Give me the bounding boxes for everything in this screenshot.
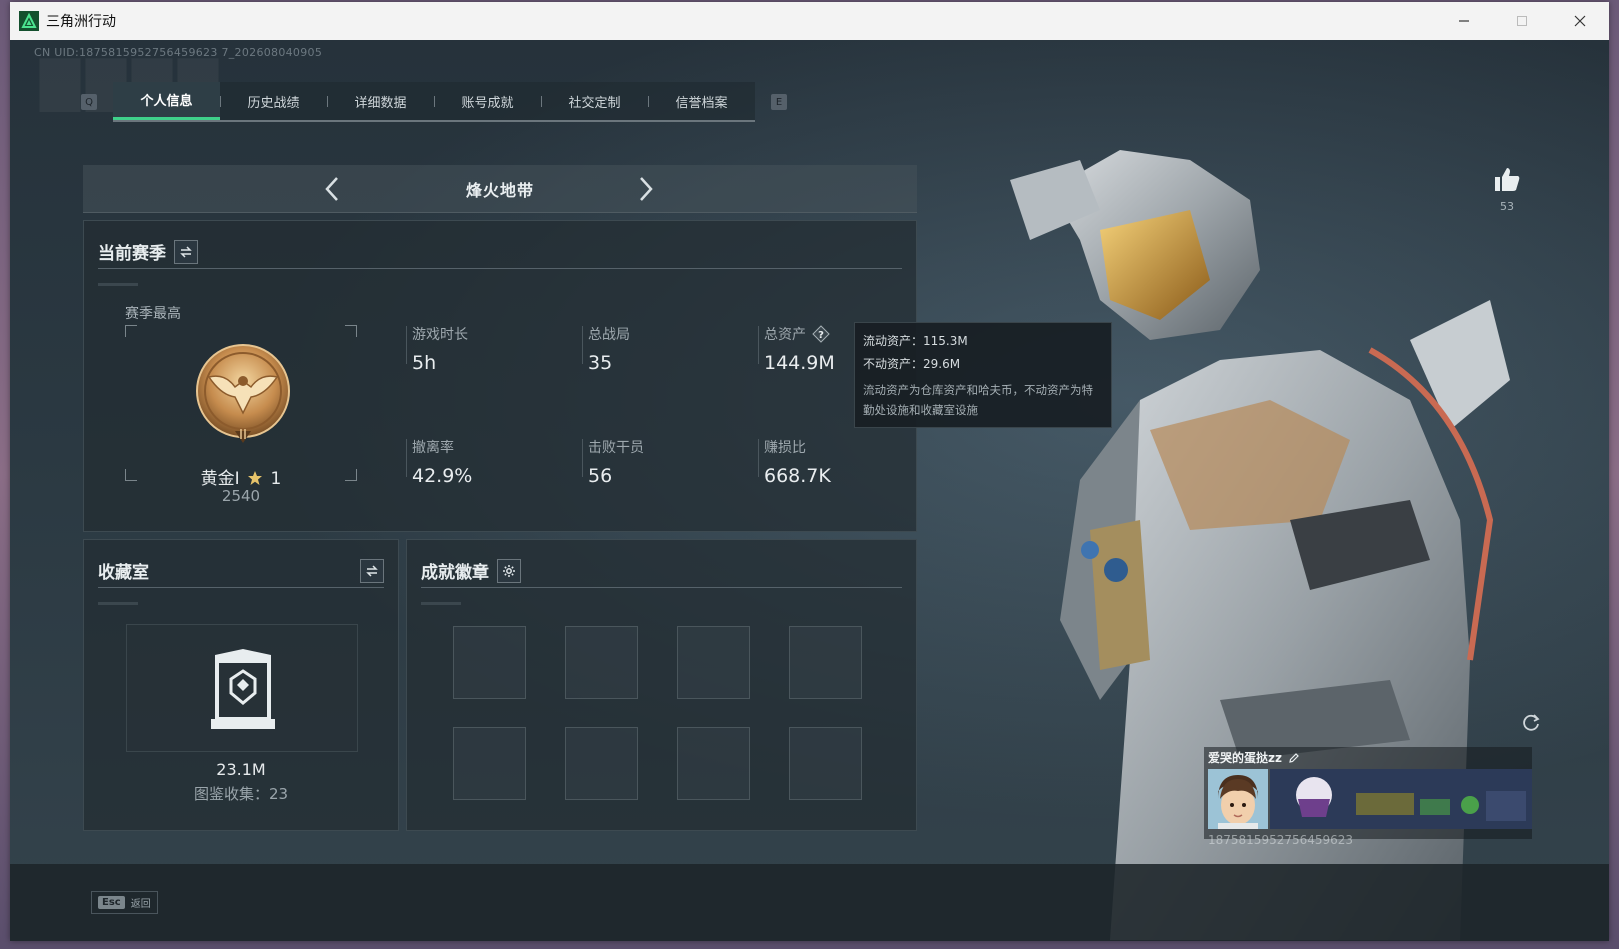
player-banner xyxy=(1270,769,1532,829)
avatar-face-icon xyxy=(1208,769,1268,829)
mode-title: 烽火地带 xyxy=(465,180,534,200)
collection-panel[interactable]: 收藏室 23.1M 图鉴收集：23 xyxy=(83,539,399,831)
badge-slot[interactable] xyxy=(565,727,638,800)
tab-social[interactable]: 社交定制 xyxy=(541,82,648,120)
badge-slot[interactable] xyxy=(677,626,750,699)
edit-icon[interactable] xyxy=(1288,752,1300,764)
like-count: 53 xyxy=(1500,200,1514,213)
collection-count: 图鉴收集：23 xyxy=(193,785,289,803)
gear-icon xyxy=(503,564,515,577)
switch-season-button[interactable] xyxy=(174,239,198,264)
panel-divider xyxy=(421,602,461,605)
badge-slot[interactable] xyxy=(453,626,526,699)
mode-selector: 烽火地带 xyxy=(83,165,917,213)
collection-title: 收藏室 xyxy=(98,563,149,583)
tab-achievements[interactable]: 账号成就 xyxy=(434,82,541,120)
stat-extraction-rate: 撤离率 42.9% xyxy=(406,437,472,487)
star-icon xyxy=(248,471,263,485)
minimize-button[interactable] xyxy=(1435,2,1493,40)
bottom-bar: Esc 返回 xyxy=(10,864,1609,941)
rank-score: 2540 xyxy=(221,487,261,505)
maximize-icon xyxy=(1517,16,1527,26)
badge-slot[interactable] xyxy=(789,727,862,800)
esc-key-cap: Esc xyxy=(98,896,125,909)
season-best-label: 赛季最高 xyxy=(125,306,181,322)
chevron-right-icon[interactable] xyxy=(631,175,659,203)
badge-settings-button[interactable] xyxy=(497,558,521,583)
panel-divider xyxy=(98,283,138,286)
refresh-icon[interactable] xyxy=(1520,712,1542,734)
player-name: 爱哭的蛋挞zz xyxy=(1208,751,1282,765)
rank-name: 黄金I 1 xyxy=(200,469,282,489)
game-window: 三角洲行动 ▇▇▇▇ CN UID:1875815952756459623 7_… xyxy=(10,2,1609,941)
profile-screen: ▇▇▇▇ CN UID:1875815952756459623 7_202608… xyxy=(10,40,1609,941)
help-icon[interactable]: ? xyxy=(812,325,831,343)
season-title: 当前赛季 xyxy=(98,244,166,264)
collection-value: 23.1M xyxy=(216,760,266,779)
back-label: 返回 xyxy=(130,899,151,910)
gold-rank-badge-icon xyxy=(196,344,290,443)
app-logo-icon xyxy=(19,11,39,31)
title-bar: 三角洲行动 xyxy=(10,2,1609,40)
close-icon xyxy=(1574,15,1586,27)
tab-bar: Q 个人信息 历史战绩 详细数据 账号成就 社交定制 信誉档案 E xyxy=(81,82,787,122)
tab-next-key[interactable]: E xyxy=(771,94,787,110)
tab-history[interactable]: 历史战绩 xyxy=(220,82,327,120)
player-uid: 1875815952756459623 xyxy=(1208,833,1354,847)
window-title: 三角洲行动 xyxy=(46,14,116,30)
badge-slot[interactable] xyxy=(677,727,750,800)
collection-display-case xyxy=(126,624,358,752)
achievement-badges-panel: 成就徽章 xyxy=(406,539,917,831)
tab-detailed-data[interactable]: 详细数据 xyxy=(327,82,434,120)
back-button[interactable]: Esc 返回 xyxy=(91,891,158,914)
uid-line: CN UID:1875815952756459623 7_20260804090… xyxy=(34,46,323,59)
stat-total-matches: 总战局 35 xyxy=(582,324,630,374)
stat-total-assets: 总资产 ? 144.9M xyxy=(758,324,835,374)
like-widget[interactable]: 53 xyxy=(1490,166,1524,213)
player-card[interactable]: 爱哭的蛋挞zz 1875815952756459623 xyxy=(1204,747,1532,847)
banner-artwork-icon xyxy=(1270,769,1532,829)
achievements-title: 成就徽章 xyxy=(421,563,489,583)
thumbs-up-icon[interactable] xyxy=(1493,166,1521,192)
tab-personal-info[interactable]: 个人信息 xyxy=(113,82,220,120)
tab-prev-key[interactable]: Q xyxy=(81,94,97,110)
minimize-icon xyxy=(1459,20,1469,22)
stat-play-time: 游戏时长 5h xyxy=(406,324,468,374)
badge-slot[interactable] xyxy=(789,626,862,699)
stat-operators-defeated: 击败干员 56 xyxy=(582,437,644,487)
rank-frame xyxy=(125,325,357,481)
season-panel: 当前赛季 赛季最高 黄金I 1 2540 游戏时长 5h 总战局 35 总资产 … xyxy=(83,220,917,532)
panel-divider xyxy=(98,602,138,605)
close-button[interactable] xyxy=(1551,2,1609,40)
chevron-left-icon[interactable] xyxy=(319,175,347,203)
tab-reputation[interactable]: 信誉档案 xyxy=(648,82,755,120)
svg-text:?: ? xyxy=(819,330,825,341)
swap-icon xyxy=(180,245,192,258)
display-case-icon xyxy=(211,649,275,729)
badge-slot[interactable] xyxy=(565,626,638,699)
stat-profit-loss-ratio: 赚损比 668.7K xyxy=(758,437,831,487)
swap-icon xyxy=(366,564,378,577)
avatar[interactable] xyxy=(1208,769,1268,829)
switch-collection-button[interactable] xyxy=(360,558,384,583)
maximize-button[interactable] xyxy=(1493,2,1551,40)
badge-slot[interactable] xyxy=(453,727,526,800)
